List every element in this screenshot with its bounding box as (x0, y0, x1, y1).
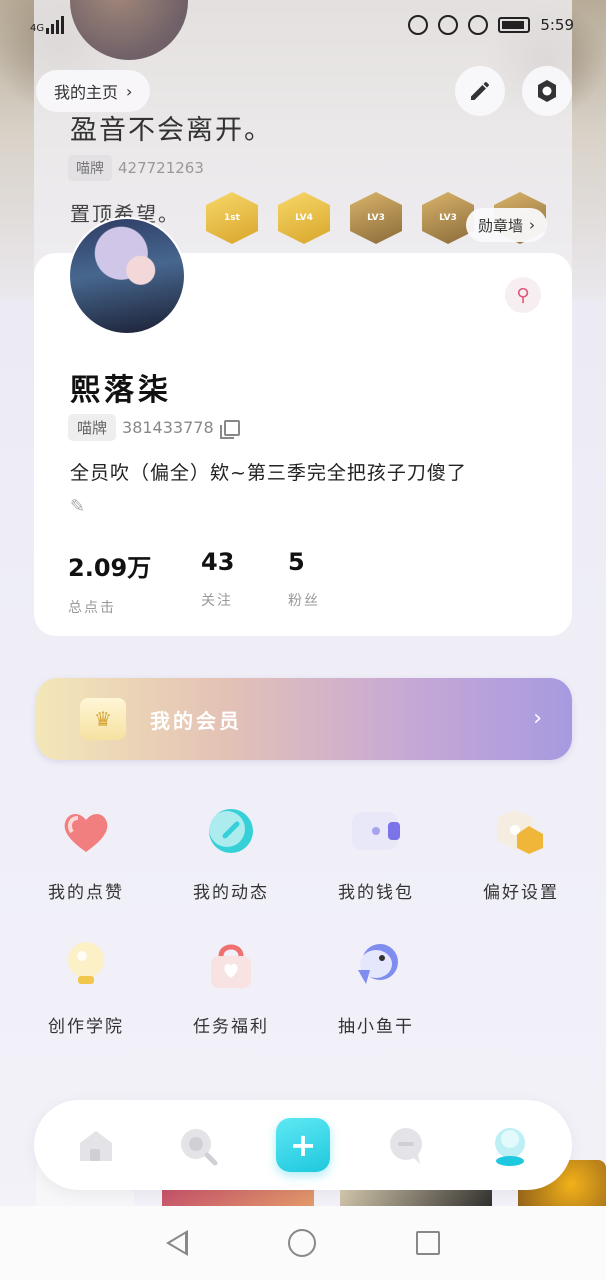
medal-gold-icon[interactable]: 1st (206, 192, 258, 244)
menu-item-creator-academy[interactable]: 创作学院 (26, 940, 146, 1037)
pencil-icon (471, 82, 489, 100)
menu-label: 创作学院 (48, 1017, 124, 1037)
stat-fans[interactable]: 5 粉丝 (288, 548, 368, 617)
pin-button[interactable]: ⚲ (505, 277, 541, 313)
id-row: 喵牌 381433778 (68, 414, 240, 441)
status-bar: 4G 5:59 (0, 0, 606, 50)
search-tab-icon[interactable] (176, 1124, 220, 1168)
background-profile-name: 盈音不会离开。 (70, 115, 273, 146)
menu-item-preferences[interactable]: 偏好设置 (461, 806, 581, 903)
my-home-label: 我的主页 (54, 83, 119, 102)
home-tab-icon[interactable] (74, 1124, 118, 1168)
medal-text: LV3 (439, 213, 457, 223)
signal-bar-icon (46, 28, 50, 34)
wallet-icon (348, 806, 404, 856)
medal-bronze-icon[interactable]: LV3 (350, 192, 402, 244)
avatar[interactable] (68, 217, 186, 335)
recent-apps-square-icon[interactable] (416, 1231, 440, 1255)
lightbulb-icon (58, 940, 114, 990)
preference-icon (493, 806, 549, 856)
signal-bar-icon (56, 20, 60, 34)
user-id: 381433778 (122, 418, 214, 437)
stat-label: 粉丝 (288, 593, 320, 609)
signal-bar-icon (51, 24, 55, 34)
menu-label: 我的钱包 (338, 883, 414, 903)
edit-bio-pencil-icon[interactable]: ✎ (70, 496, 85, 517)
medal-wall-button[interactable]: 勋章墙 › (466, 208, 548, 242)
eye-icon (438, 15, 459, 35)
pin-icon: ⚲ (516, 284, 530, 306)
clock: 5:59 (540, 16, 574, 34)
menu-label: 偏好设置 (483, 883, 559, 903)
crown-icon: ♛ (80, 698, 126, 740)
stats-row: 2.09万 总点击 43 关注 5 粉丝 (68, 548, 368, 617)
stat-label: 总点击 (68, 600, 116, 616)
network-type: 4G (30, 23, 45, 34)
system-navigation-bar (0, 1206, 606, 1280)
my-home-button[interactable]: 我的主页 › (36, 70, 151, 112)
menu-item-wallet[interactable]: 我的钱包 (316, 806, 436, 903)
settings-button[interactable] (522, 66, 572, 116)
copy-icon[interactable] (219, 419, 240, 439)
bottom-tab-bar: + (34, 1100, 572, 1190)
home-circle-icon[interactable] (288, 1229, 316, 1257)
stat-following[interactable]: 43 关注 (201, 548, 288, 617)
stat-value: 2.09万 (68, 554, 152, 582)
user-tag: 喵牌 (68, 414, 117, 441)
back-triangle-icon[interactable] (166, 1230, 188, 1256)
notification-icon (408, 15, 429, 35)
stat-label: 关注 (201, 593, 233, 609)
vip-membership-banner[interactable]: ♛ 我的会员 › (36, 678, 572, 760)
stat-value: 43 (201, 548, 235, 576)
menu-label: 任务福利 (193, 1017, 269, 1037)
menu-label: 我的动态 (193, 883, 269, 903)
plus-icon: + (289, 1126, 317, 1164)
bio-text: 全员吹（偏全）欸~第三季完全把孩子刀傻了 (70, 462, 467, 484)
chevron-right-icon: › (529, 216, 536, 234)
menu-label: 抽小鱼干 (338, 1017, 414, 1037)
medal-wall-label: 勋章墙 (478, 216, 524, 235)
signal-bar-icon (61, 16, 65, 34)
dynamic-icon (203, 806, 259, 856)
signal-indicator: 4G (30, 16, 65, 34)
fish-icon (348, 940, 404, 990)
stat-total-clicks[interactable]: 2.09万 总点击 (68, 548, 201, 617)
menu-item-task-rewards[interactable]: 任务福利 (171, 940, 291, 1037)
heart-icon (58, 806, 114, 856)
menu-item-likes[interactable]: 我的点赞 (26, 806, 146, 903)
gear-icon (538, 80, 556, 102)
gift-bag-icon (203, 940, 259, 990)
medal-gold-icon[interactable]: LV4 (278, 192, 330, 244)
stat-value: 5 (288, 548, 305, 576)
chevron-right-icon: › (533, 706, 542, 731)
edit-profile-button[interactable] (455, 66, 505, 116)
menu-item-dynamic[interactable]: 我的动态 (171, 806, 291, 903)
alarm-icon (468, 15, 489, 35)
medal-text: LV4 (295, 213, 313, 223)
menu-item-fish-lottery[interactable]: 抽小鱼干 (316, 940, 436, 1037)
message-tab-icon[interactable] (384, 1124, 428, 1168)
chevron-right-icon: › (126, 81, 133, 101)
medal-text: 1st (224, 213, 240, 223)
background-id: 427721263 (118, 159, 204, 177)
medal-text: LV3 (367, 213, 385, 223)
username: 熙落柒 (70, 373, 172, 408)
background-tag-row: 喵牌 427721263 (68, 155, 204, 181)
background-tag: 喵牌 (68, 155, 112, 181)
vip-label: 我的会员 (150, 708, 242, 733)
create-post-button[interactable]: + (276, 1118, 330, 1172)
menu-label: 我的点赞 (48, 883, 124, 903)
profile-tab-icon[interactable] (488, 1124, 532, 1168)
battery-icon (498, 17, 531, 33)
